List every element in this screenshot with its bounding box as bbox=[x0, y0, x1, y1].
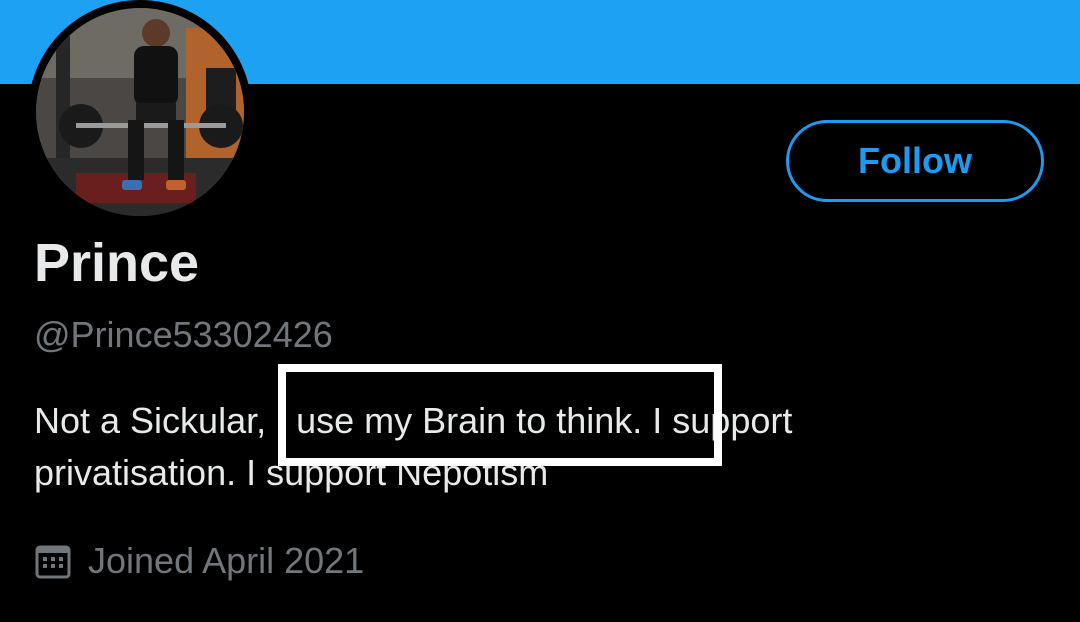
highlight-box bbox=[278, 364, 722, 466]
display-name: Prince bbox=[34, 233, 200, 293]
profile-photo-icon bbox=[36, 8, 244, 216]
avatar[interactable] bbox=[36, 8, 244, 216]
follow-button[interactable]: Follow bbox=[786, 120, 1044, 202]
user-handle: @Prince53302426 bbox=[34, 314, 333, 355]
joined-date: Joined April 2021 bbox=[34, 537, 364, 585]
bio-text-start: Not a Sickular, bbox=[34, 400, 277, 441]
joined-text: Joined April 2021 bbox=[88, 540, 365, 581]
calendar-icon bbox=[35, 545, 71, 579]
